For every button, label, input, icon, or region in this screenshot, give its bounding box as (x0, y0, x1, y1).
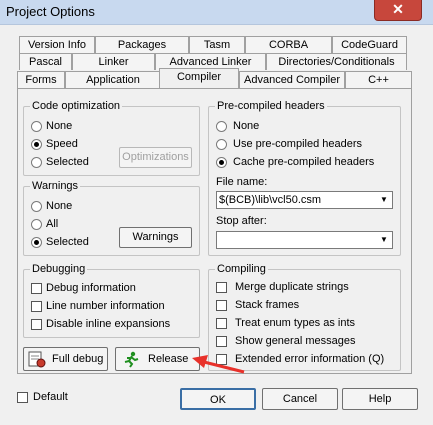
tab-label: Advanced Compiler (244, 74, 340, 86)
opt-none-label: None (46, 120, 73, 132)
warn-all-label: All (46, 218, 59, 230)
tab-label: Linker (98, 56, 129, 68)
line-number-information-label: Line number information (46, 300, 165, 312)
pch-cache-label: Cache pre-compiled headers (233, 156, 375, 168)
tab-corba[interactable]: CORBA (245, 36, 332, 53)
button-label: Help (368, 393, 392, 405)
pch-none-label: None (233, 120, 260, 132)
group-legend: Debugging (32, 263, 86, 275)
warn-all-radio[interactable] (31, 219, 42, 230)
opt-speed-radio[interactable] (31, 139, 42, 150)
tab-tasm[interactable]: Tasm (189, 36, 245, 53)
annotation-arrow-icon (192, 355, 245, 374)
tab-advanced-compiler[interactable]: Advanced Compiler (239, 71, 345, 88)
tab-label: Version Info (27, 39, 87, 51)
file-name-label: File name: (216, 176, 268, 188)
extended-error-information-label: Extended error information (Q) (235, 353, 385, 365)
full-debug-label: Full debug (52, 353, 104, 365)
treat-enum-types-checkbox[interactable] (216, 318, 227, 329)
opt-selected-radio[interactable] (31, 157, 42, 168)
tab-label: Pascal (28, 56, 63, 68)
tab-label: Application (86, 74, 140, 86)
show-general-messages-label: Show general messages (235, 335, 356, 347)
tab-application[interactable]: Application (65, 71, 161, 88)
tab-linker[interactable]: Linker (72, 53, 155, 70)
group-legend: Warnings (32, 180, 79, 192)
tab-label: Tasm (203, 39, 231, 51)
disable-inline-expansions-checkbox[interactable] (31, 319, 42, 330)
disable-inline-expansions-label: Disable inline expansions (46, 318, 171, 330)
file-name-value: $(BCB)\lib\vcl50.csm (219, 194, 322, 206)
file-name-combobox[interactable]: $(BCB)\lib\vcl50.csm ▼ (216, 191, 393, 209)
dropdown-arrow-icon[interactable]: ▼ (376, 192, 392, 208)
merge-duplicate-strings-label: Merge duplicate strings (235, 281, 349, 293)
ok-button[interactable]: OK (180, 388, 256, 410)
merge-duplicate-strings-checkbox[interactable] (216, 282, 227, 293)
close-button[interactable]: ✕ (374, 0, 422, 21)
debug-information-checkbox[interactable] (31, 283, 42, 294)
tab-cpp[interactable]: C++ (345, 71, 412, 88)
tab-directories-conditionals[interactable]: Directories/Conditionals (266, 53, 407, 70)
window-title: Project Options (6, 4, 95, 19)
warn-none-label: None (46, 200, 73, 212)
default-checkbox[interactable] (17, 392, 28, 403)
tab-codeguard[interactable]: CodeGuard (332, 36, 407, 53)
tab-version-info[interactable]: Version Info (19, 36, 95, 53)
cancel-button[interactable]: Cancel (262, 388, 338, 410)
stop-after-combobox[interactable]: ▼ (216, 231, 393, 249)
button-label: Warnings (132, 231, 179, 243)
dropdown-arrow-icon[interactable]: ▼ (376, 232, 392, 248)
group-legend: Pre-compiled headers (217, 100, 325, 112)
tab-label: Compiler (176, 71, 221, 83)
project-options-window: Project Options ✕ Version Info Packages … (0, 0, 433, 425)
warn-none-radio[interactable] (31, 201, 42, 212)
pch-use-radio[interactable] (216, 139, 227, 150)
title-bar[interactable]: Project Options ✕ (0, 0, 433, 25)
tab-pascal[interactable]: Pascal (19, 53, 72, 70)
tab-label: Directories/Conditionals (278, 56, 395, 68)
tab-forms[interactable]: Forms (17, 71, 65, 88)
stack-frames-checkbox[interactable] (216, 300, 227, 311)
running-man-icon (124, 351, 139, 368)
optimizations-button[interactable]: Optimizations (119, 147, 192, 168)
button-label: Cancel (282, 393, 318, 405)
pch-use-label: Use pre-compiled headers (233, 138, 363, 150)
opt-selected-label: Selected (46, 156, 89, 168)
group-legend: Code optimization (32, 100, 121, 112)
full-debug-button[interactable]: Full debug (23, 347, 108, 371)
tab-label: Advanced Linker (169, 56, 252, 68)
opt-speed-label: Speed (46, 138, 78, 150)
line-number-information-checkbox[interactable] (31, 301, 42, 312)
release-label: Release (148, 353, 189, 365)
tab-label: CodeGuard (341, 39, 398, 51)
help-button[interactable]: Help (342, 388, 418, 410)
warnings-button[interactable]: Warnings (119, 227, 192, 248)
warn-selected-radio[interactable] (31, 237, 42, 248)
button-label: Optimizations (122, 151, 189, 163)
default-label: Default (33, 391, 68, 403)
warn-selected-label: Selected (46, 236, 89, 248)
button-label: OK (210, 394, 226, 406)
tab-label: C++ (368, 74, 389, 86)
stack-frames-label: Stack frames (235, 299, 300, 311)
stop-after-label: Stop after: (216, 215, 267, 227)
tab-label: Forms (25, 74, 57, 86)
tab-label: Packages (117, 39, 167, 51)
opt-none-radio[interactable] (31, 121, 42, 132)
treat-enum-types-label: Treat enum types as ints (235, 317, 356, 329)
release-button[interactable]: Release (115, 347, 200, 371)
pch-none-radio[interactable] (216, 121, 227, 132)
tab-label: CORBA (268, 39, 309, 51)
close-icon: ✕ (392, 1, 404, 17)
tab-compiler[interactable]: Compiler (159, 68, 239, 88)
debug-information-label: Debug information (46, 282, 136, 294)
group-legend: Compiling (217, 263, 266, 275)
bug-icon (28, 351, 46, 368)
tab-packages[interactable]: Packages (95, 36, 189, 53)
pch-cache-radio[interactable] (216, 157, 227, 168)
show-general-messages-checkbox[interactable] (216, 336, 227, 347)
